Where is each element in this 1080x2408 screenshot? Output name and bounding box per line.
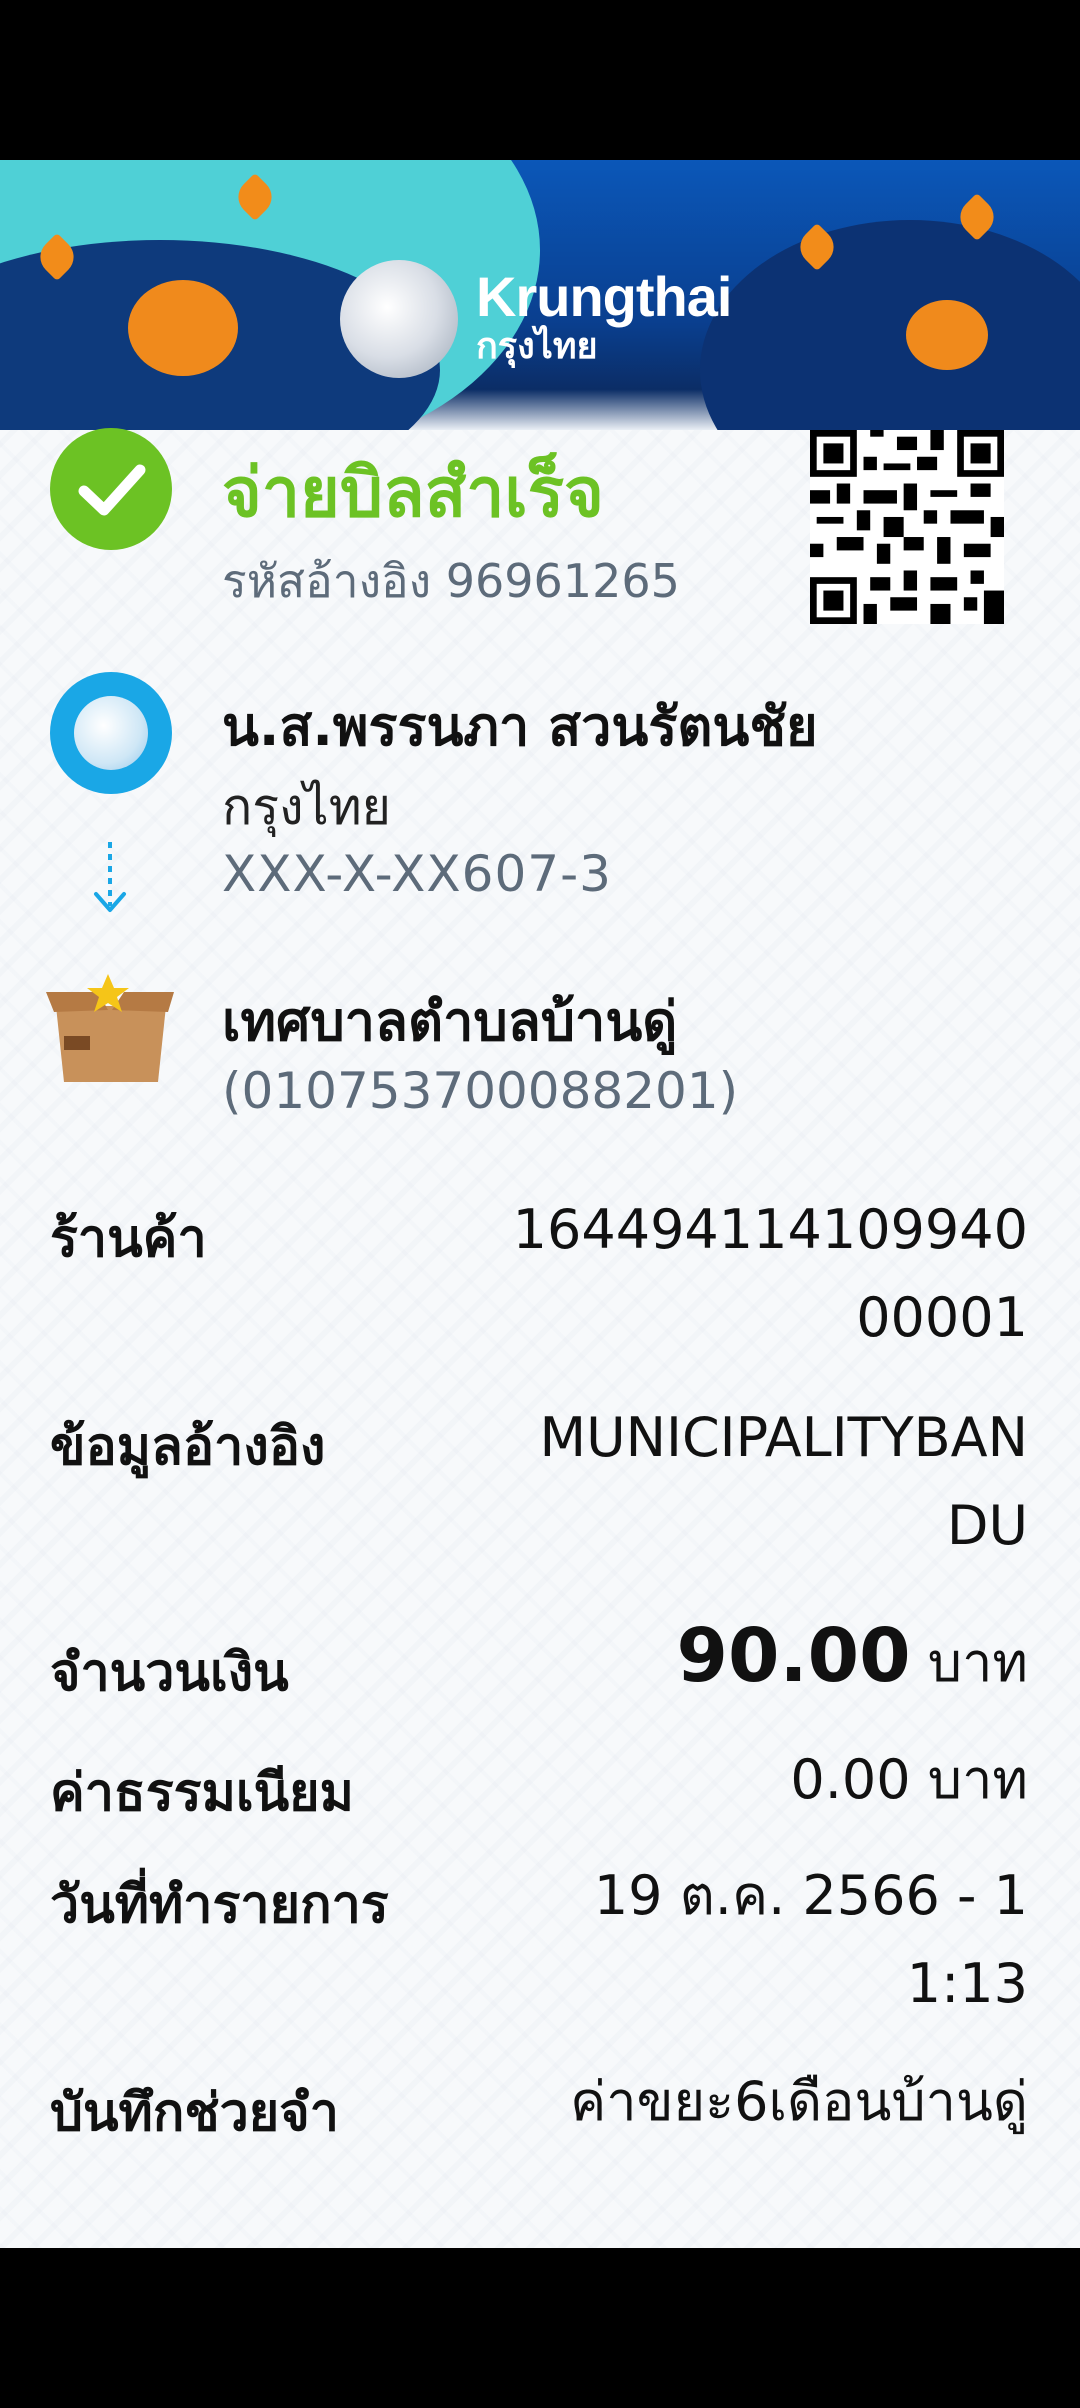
amount-row: 90.00 บาท bbox=[508, 1612, 1028, 1707]
date-label: วันที่ทำรายการ bbox=[50, 1875, 389, 1935]
banner-decoration bbox=[700, 220, 1080, 430]
reference-info-value: MUNICIPALITYBANDU bbox=[539, 1406, 1028, 1557]
merchant-value: 16449411410994000001 bbox=[512, 1198, 1028, 1349]
reference-info-label: ข้อมูลอ้างอิง bbox=[50, 1417, 326, 1477]
bank-name-en: Krungthai bbox=[476, 265, 732, 329]
amount-value: 90.00 bbox=[676, 1613, 911, 1699]
date-value: 19 ต.ค. 2566 - 11:13 bbox=[593, 1864, 1028, 2015]
fee-label: ค่าธรรมเนียม bbox=[50, 1763, 354, 1823]
bank-logo: Krungthai กรุงไทย bbox=[340, 260, 732, 378]
sender-name: น.ส.พรรนภา สวนรัตนชัย bbox=[222, 695, 818, 758]
sender-bank-logo bbox=[50, 672, 172, 794]
payee-biller-id: (010753700088201) bbox=[222, 1062, 739, 1120]
success-check-icon bbox=[50, 428, 172, 550]
krungthai-bird-icon bbox=[340, 260, 458, 378]
memo-label: บันทึกช่วยจำ bbox=[50, 2083, 339, 2143]
fee-value: 0.00 บาท bbox=[790, 1748, 1028, 1811]
package-icon bbox=[46, 974, 174, 1082]
sender-account: XXX-X-XX607-3 bbox=[222, 845, 612, 903]
sender-bank: กรุงไทย bbox=[222, 778, 391, 836]
arrow-down-icon bbox=[94, 842, 126, 912]
merchant-label: ร้านค้า bbox=[50, 1209, 207, 1269]
status-title: จ่ายบิลสำเร็จ bbox=[222, 454, 605, 533]
payee-name: เทศบาลตำบลบ้านดู่ bbox=[222, 990, 678, 1053]
pumpkin-icon bbox=[906, 300, 988, 370]
bank-name-th: กรุงไทย bbox=[476, 326, 598, 368]
qr-code bbox=[810, 430, 1004, 624]
memo-value: ค่าขยะ6เดือนบ้านดู่ bbox=[570, 2070, 1028, 2133]
amount-unit: บาท bbox=[927, 1631, 1028, 1694]
pumpkin-icon bbox=[128, 280, 238, 376]
reference-number: รหัสอ้างอิง 96961265 bbox=[222, 554, 680, 608]
amount-label: จำนวนเงิน bbox=[50, 1643, 289, 1703]
header-banner: Krungthai กรุงไทย bbox=[0, 160, 1080, 430]
